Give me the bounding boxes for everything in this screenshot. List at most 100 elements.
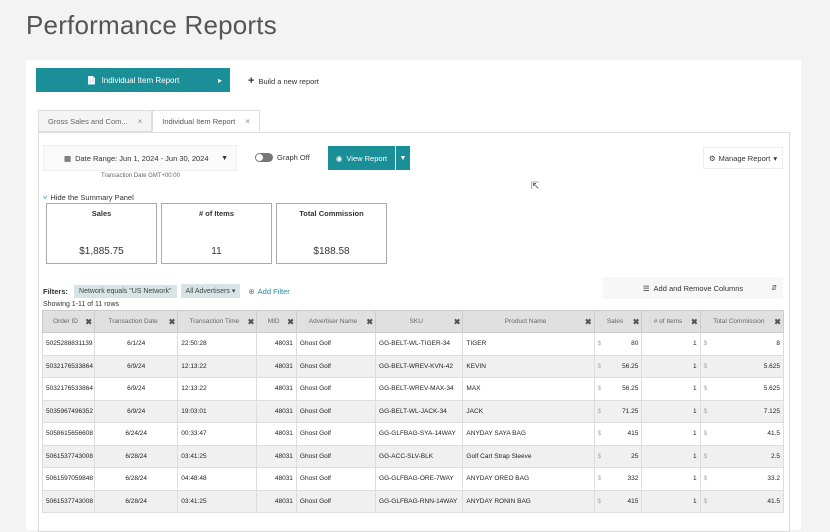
cell-sales: $25 (593, 444, 643, 468)
summary-card-items: # of Items 11 (161, 203, 272, 264)
table-row[interactable]: 5061537743008 6/28/24 03:41:25 48031 Ghost G… (41, 444, 785, 468)
report-content: ▦ Date Range: Jun 1, 2024 - Jun 30, 2024… (38, 132, 790, 532)
cell-adv: Ghost Golf (295, 399, 377, 423)
table-row[interactable]: 5032176533864 6/9/24 12:13:22 48031 Ghost Go… (41, 354, 785, 378)
cell-comm: $5.625 (699, 354, 785, 378)
cell-adv: Ghost Golf (295, 422, 377, 446)
cell-mid: 48031 (256, 354, 297, 378)
column-header[interactable]: Total Commission ✖ (699, 310, 785, 333)
cell-mid: 48031 (256, 332, 297, 356)
column-header-label: Advertiser Name (308, 318, 358, 325)
column-header[interactable]: Transaction Date ✖ (94, 310, 179, 333)
toggle-switch[interactable] (255, 153, 273, 162)
cell-product: TIGER (462, 332, 595, 356)
column-header[interactable]: Sales ✖ (593, 310, 643, 333)
cell-date: 6/1/24 (94, 332, 179, 356)
cell-order: 5025288831139 (41, 332, 96, 356)
remove-column-icon[interactable]: ✖ (691, 318, 698, 326)
column-header[interactable]: # of Items ✖ (641, 310, 701, 333)
cell-sales: $80 (593, 332, 643, 356)
card-value: 11 (211, 246, 222, 257)
column-header-label: Transaction Time (189, 318, 240, 325)
view-report-label: View Report (346, 153, 388, 163)
list-icon: ☰ (642, 283, 650, 293)
cell-adv: Ghost Golf (295, 354, 377, 378)
table-row[interactable]: 5035967496352 6/9/24 19:03:01 48031 Ghost Go… (41, 399, 785, 423)
view-report-dropdown[interactable]: ▼ (396, 146, 410, 170)
table-row[interactable]: 5061537743008 6/28/24 03:41:25 48031 Ghost G… (41, 489, 785, 513)
cell-mid: 48031 (256, 399, 297, 423)
filter-chip-advertisers[interactable]: All Advertisers ▾ (180, 284, 241, 298)
tab-individual-item[interactable]: Individual Item Report × (152, 110, 260, 132)
cell-comm: $8 (699, 332, 785, 356)
cell-comm: $2.5 (699, 444, 785, 468)
currency-symbol: $ (703, 407, 708, 415)
table-row[interactable]: 5058615656608 6/24/24 00:33:47 48031 Ghost G… (41, 422, 785, 446)
gear-icon: ⚙ (708, 153, 716, 163)
cell-value: 8 (776, 340, 780, 347)
cell-order: 5032176533864 (41, 377, 96, 401)
remove-column-icon[interactable]: ✖ (169, 318, 176, 326)
cell-date: 6/9/24 (94, 354, 179, 378)
column-header[interactable]: MID ✖ (256, 310, 297, 333)
cell-sku: GG-GLFBAG-ORE-7WAY (375, 467, 464, 491)
filter-chip-network[interactable]: Network equals "US Network" (74, 284, 177, 298)
table-row[interactable]: 5032176533864 6/9/24 12:13:22 48031 Ghost Go… (41, 377, 785, 401)
table-row[interactable]: 5025288831139 6/1/24 22:50:28 48031 Ghost Go… (41, 332, 785, 356)
cell-date: 6/9/24 (94, 399, 179, 423)
build-report-button[interactable]: + Build a new report (242, 70, 325, 92)
hide-summary-toggle[interactable]: ˅ Hide the Summary Panel (43, 193, 134, 202)
cell-items: 1 (641, 489, 701, 513)
cell-value: 56.25 (622, 385, 639, 392)
individual-item-report-button[interactable]: 📄 Individual Item Report ▸ (36, 68, 230, 92)
cell-date: 6/28/24 (94, 489, 179, 513)
cell-value: 5.625 (763, 385, 780, 392)
remove-column-icon[interactable]: ✖ (85, 318, 92, 326)
close-icon[interactable]: × (138, 117, 143, 126)
cell-sales: $415 (593, 489, 643, 513)
column-header[interactable]: Product Name ✖ (462, 310, 595, 333)
cell-order: 5061537743008 (41, 489, 96, 513)
add-remove-columns-label: Add and Remove Columns (653, 283, 744, 293)
remove-column-icon[interactable]: ✖ (248, 318, 255, 326)
page-title: Performance Reports (26, 10, 277, 40)
cell-product: JACK (462, 399, 595, 423)
caret-down-icon: ▼ (399, 154, 407, 162)
remove-column-icon[interactable]: ✖ (774, 318, 781, 326)
column-header[interactable]: Advertiser Name ✖ (295, 310, 377, 333)
remove-column-icon[interactable]: ✖ (287, 318, 294, 326)
add-remove-columns-button[interactable]: ☰ Add and Remove Columns ⇵ (603, 277, 783, 299)
cell-sku: GG-GLFBAG-RNN-14WAY (375, 489, 464, 513)
add-filter-link[interactable]: ⊕ Add Filter (248, 287, 289, 296)
tab-gross-sales[interactable]: Gross Sales and Com... × (38, 110, 153, 132)
column-header-label: Product Name (504, 318, 547, 325)
remove-column-icon[interactable]: ✖ (366, 318, 373, 326)
date-range-picker[interactable]: ▦ Date Range: Jun 1, 2024 - Jun 30, 2024… (43, 145, 237, 171)
summary-cards: Sales $1,885.75 # of Items 11 Total Comm… (46, 203, 387, 264)
tab-label: Gross Sales and Com... (48, 116, 128, 126)
cell-comm: $41.5 (699, 489, 785, 513)
remove-column-icon[interactable]: ✖ (633, 318, 640, 326)
cell-sales: $332 (593, 467, 643, 491)
summary-card-commission: Total Commission $188.58 (276, 203, 387, 264)
row-count: Showing 1-11 of 11 rows (43, 301, 120, 308)
graph-toggle[interactable]: Graph Off (255, 153, 310, 162)
close-icon[interactable]: × (245, 117, 250, 126)
manage-report-button[interactable]: ⚙ Manage Report ▾ (703, 147, 783, 169)
table-row[interactable]: 5061597059848 6/28/24 04:48:48 48031 Ghost G… (41, 467, 785, 491)
cell-product: ANYDAY SAYA BAG (462, 422, 595, 446)
column-header-label: Sales (606, 318, 624, 325)
currency-symbol: $ (703, 497, 708, 505)
view-report-button[interactable]: ◉ View Report (328, 146, 395, 170)
remove-column-icon[interactable]: ✖ (454, 318, 461, 326)
column-header[interactable]: Transaction Time ✖ (177, 310, 258, 333)
column-header[interactable]: Order ID ✖ (41, 310, 96, 333)
cell-adv: Ghost Golf (295, 444, 377, 468)
remove-column-icon[interactable]: ✖ (585, 318, 592, 326)
cell-date: 6/9/24 (94, 377, 179, 401)
cell-items: 1 (641, 467, 701, 491)
cell-mid: 48031 (256, 377, 297, 401)
column-header[interactable]: SKU ✖ (375, 310, 464, 333)
cell-sku: GG-BELT-WREV-KVN-42 (375, 354, 464, 378)
mouse-cursor-icon: ⇱ (531, 181, 540, 192)
